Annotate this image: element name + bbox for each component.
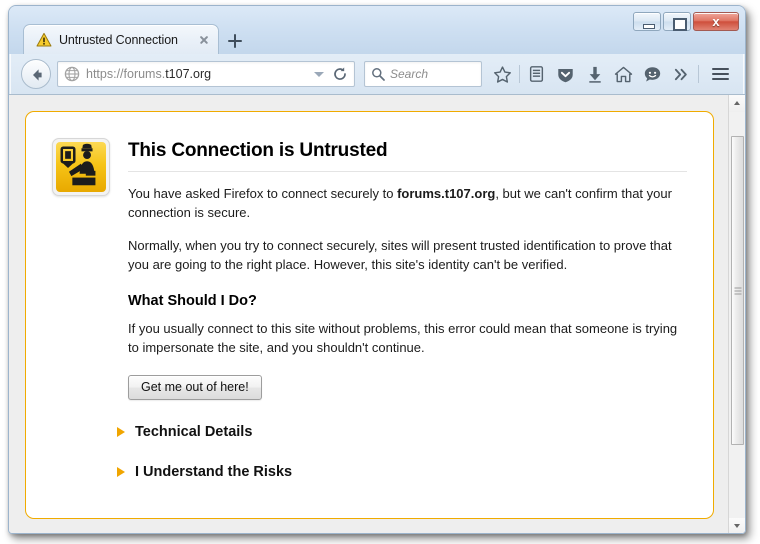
globe-icon	[64, 66, 80, 82]
paragraph-1: You have asked Firefox to connect secure…	[128, 185, 687, 222]
i-understand-the-risks-section[interactable]: I Understand the Risks	[117, 464, 687, 480]
what-should-i-do-heading: What Should I Do?	[128, 292, 257, 309]
i-understand-the-risks-label: I Understand the Risks	[135, 464, 293, 481]
pocket-shield-icon[interactable]	[551, 59, 580, 89]
page-title: This Connection is Untrusted	[128, 140, 388, 161]
title-bar: Untrusted Connection x	[9, 6, 745, 54]
search-box[interactable]: Search	[364, 61, 482, 87]
scroll-up-arrow-icon[interactable]	[729, 95, 745, 112]
url-prefix: https://forums.	[86, 67, 166, 81]
search-placeholder: Search	[390, 67, 429, 81]
tab-title: Untrusted Connection	[59, 32, 178, 47]
hamburger-menu-icon[interactable]	[705, 59, 735, 89]
url-text: https://forums.t107.org	[86, 67, 310, 81]
reload-button[interactable]	[328, 62, 352, 86]
back-arrow-icon	[33, 69, 42, 81]
tab-close-icon[interactable]	[196, 32, 212, 48]
back-button[interactable]	[21, 59, 51, 89]
navigation-toolbar: https://forums.t107.org Search	[9, 54, 745, 94]
search-icon	[372, 68, 385, 81]
overflow-chevrons-icon[interactable]	[667, 59, 696, 89]
scrollbar-track[interactable]	[729, 112, 745, 518]
downloads-icon[interactable]	[580, 59, 609, 89]
url-dropdown-chevron-down-icon[interactable]	[310, 62, 328, 86]
paragraph-3: If you usually connect to this site with…	[128, 320, 678, 355]
reload-icon	[334, 67, 346, 80]
technical-details-label: Technical Details	[135, 424, 253, 441]
toolbar-icons	[488, 59, 735, 89]
paragraph-1-before: You have asked Firefox to connect secure…	[128, 186, 398, 201]
warning-triangle-icon	[36, 32, 52, 46]
panel-header: This Connection is Untrusted You have as…	[52, 138, 687, 480]
paragraph-1-domain: forums.t107.org	[397, 186, 496, 201]
url-bar[interactable]: https://forums.t107.org	[57, 61, 355, 87]
window-controls: x	[633, 12, 739, 31]
vertical-scrollbar[interactable]	[728, 95, 745, 533]
chat-icon[interactable]	[638, 59, 667, 89]
paragraph-2: Normally, when you try to connect secure…	[128, 238, 672, 273]
panel-body: This Connection is Untrusted You have as…	[117, 138, 687, 480]
url-domain: t107.org	[165, 67, 212, 81]
toolbar-separator	[519, 65, 520, 83]
scrollbar-thumb[interactable]	[731, 136, 744, 445]
maximize-button[interactable]	[663, 12, 691, 31]
disclosure-triangle-icon	[117, 427, 125, 438]
scrollbar-grip-icon	[734, 287, 741, 295]
title-divider	[128, 171, 687, 172]
disclosure-triangle-icon	[117, 467, 125, 478]
bookmark-star-icon[interactable]	[488, 59, 517, 89]
page-content: This Connection is Untrusted You have as…	[9, 95, 728, 533]
toolbar-separator-2	[698, 65, 699, 83]
reader-list-icon[interactable]	[522, 59, 551, 89]
tab-untrusted-connection[interactable]: Untrusted Connection	[23, 24, 219, 54]
minimize-button[interactable]	[633, 12, 661, 31]
scroll-down-arrow-icon[interactable]	[729, 518, 745, 533]
technical-details-section[interactable]: Technical Details	[117, 424, 687, 440]
new-tab-button[interactable]	[223, 28, 257, 54]
close-window-button[interactable]: x	[693, 12, 739, 31]
content-viewport: This Connection is Untrusted You have as…	[9, 94, 745, 533]
tab-strip: Untrusted Connection	[23, 24, 257, 54]
close-window-label: x	[712, 14, 720, 29]
untrusted-connection-panel: This Connection is Untrusted You have as…	[25, 111, 714, 519]
desktop-background: Untrusted Connection x https://forums.t1…	[0, 0, 760, 544]
browser-window: Untrusted Connection x https://forums.t1…	[8, 5, 746, 534]
get-me-out-of-here-button[interactable]: Get me out of here!	[128, 375, 262, 401]
home-icon[interactable]	[609, 59, 638, 89]
untrusted-officer-icon	[52, 138, 110, 196]
